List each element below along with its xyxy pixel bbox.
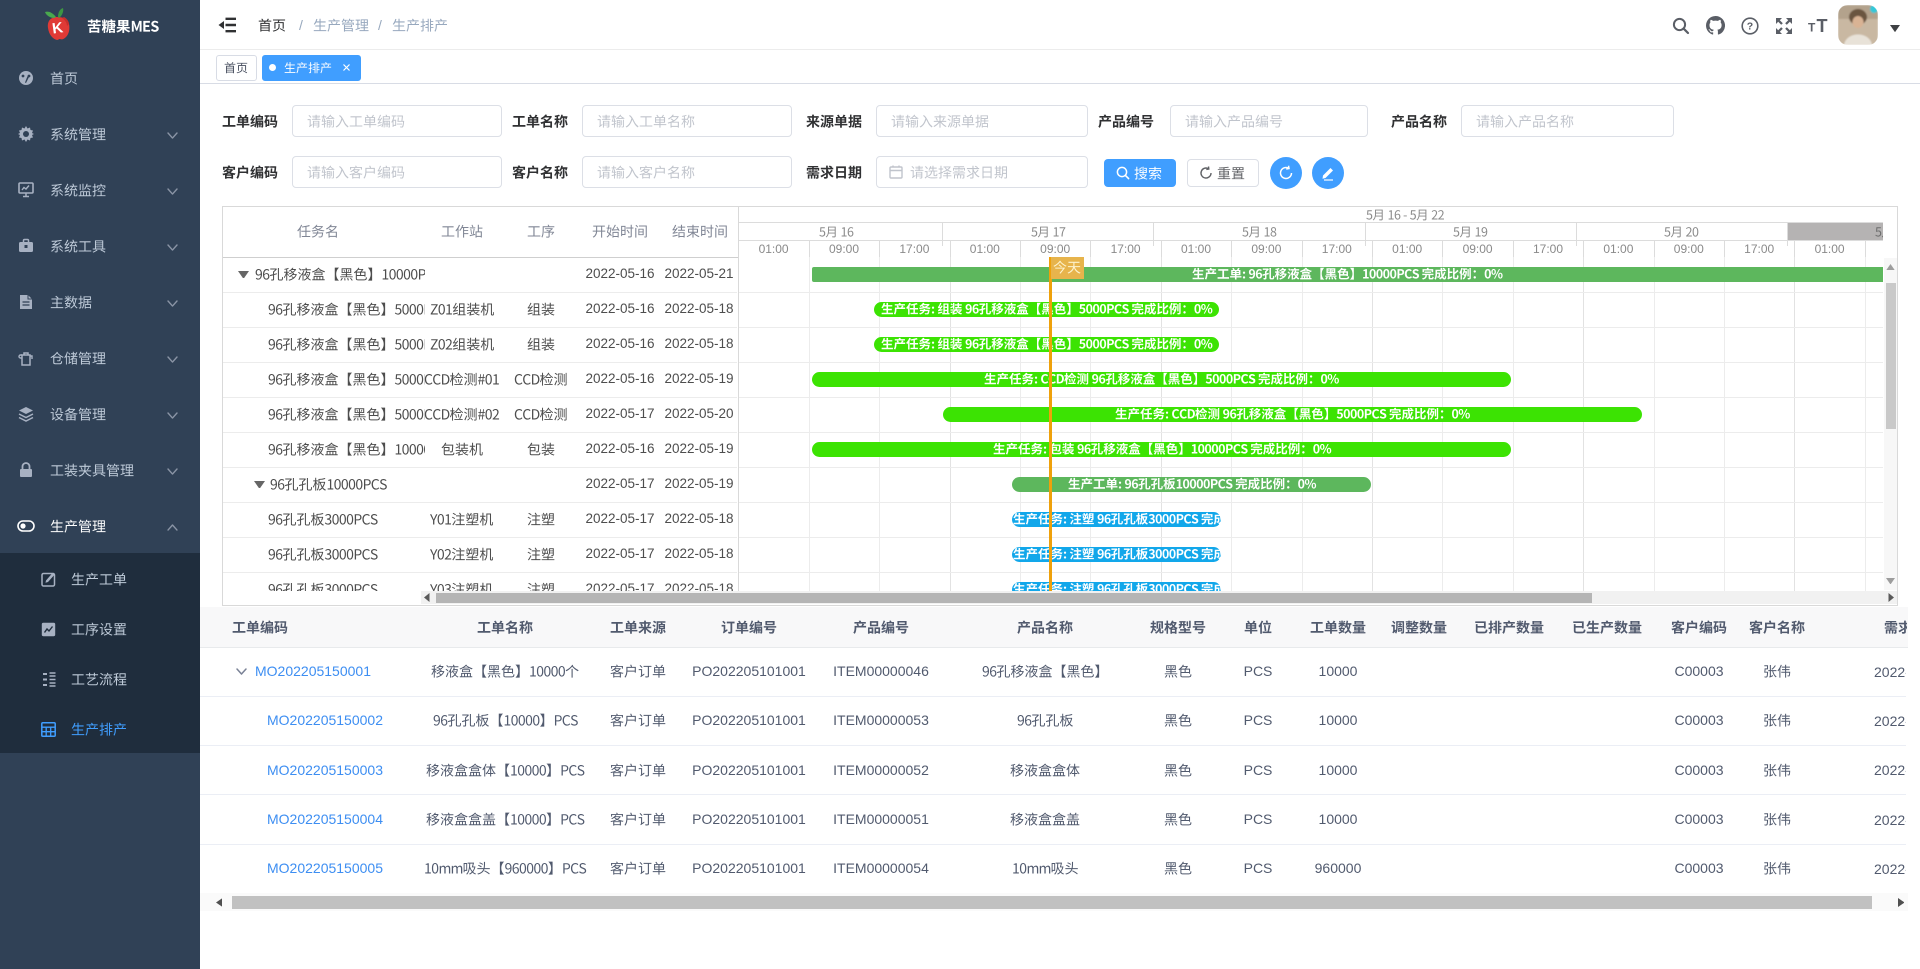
svg-text:T: T [1808,21,1816,35]
svg-text:?: ? [1747,21,1753,33]
svg-text:T: T [1817,17,1828,35]
